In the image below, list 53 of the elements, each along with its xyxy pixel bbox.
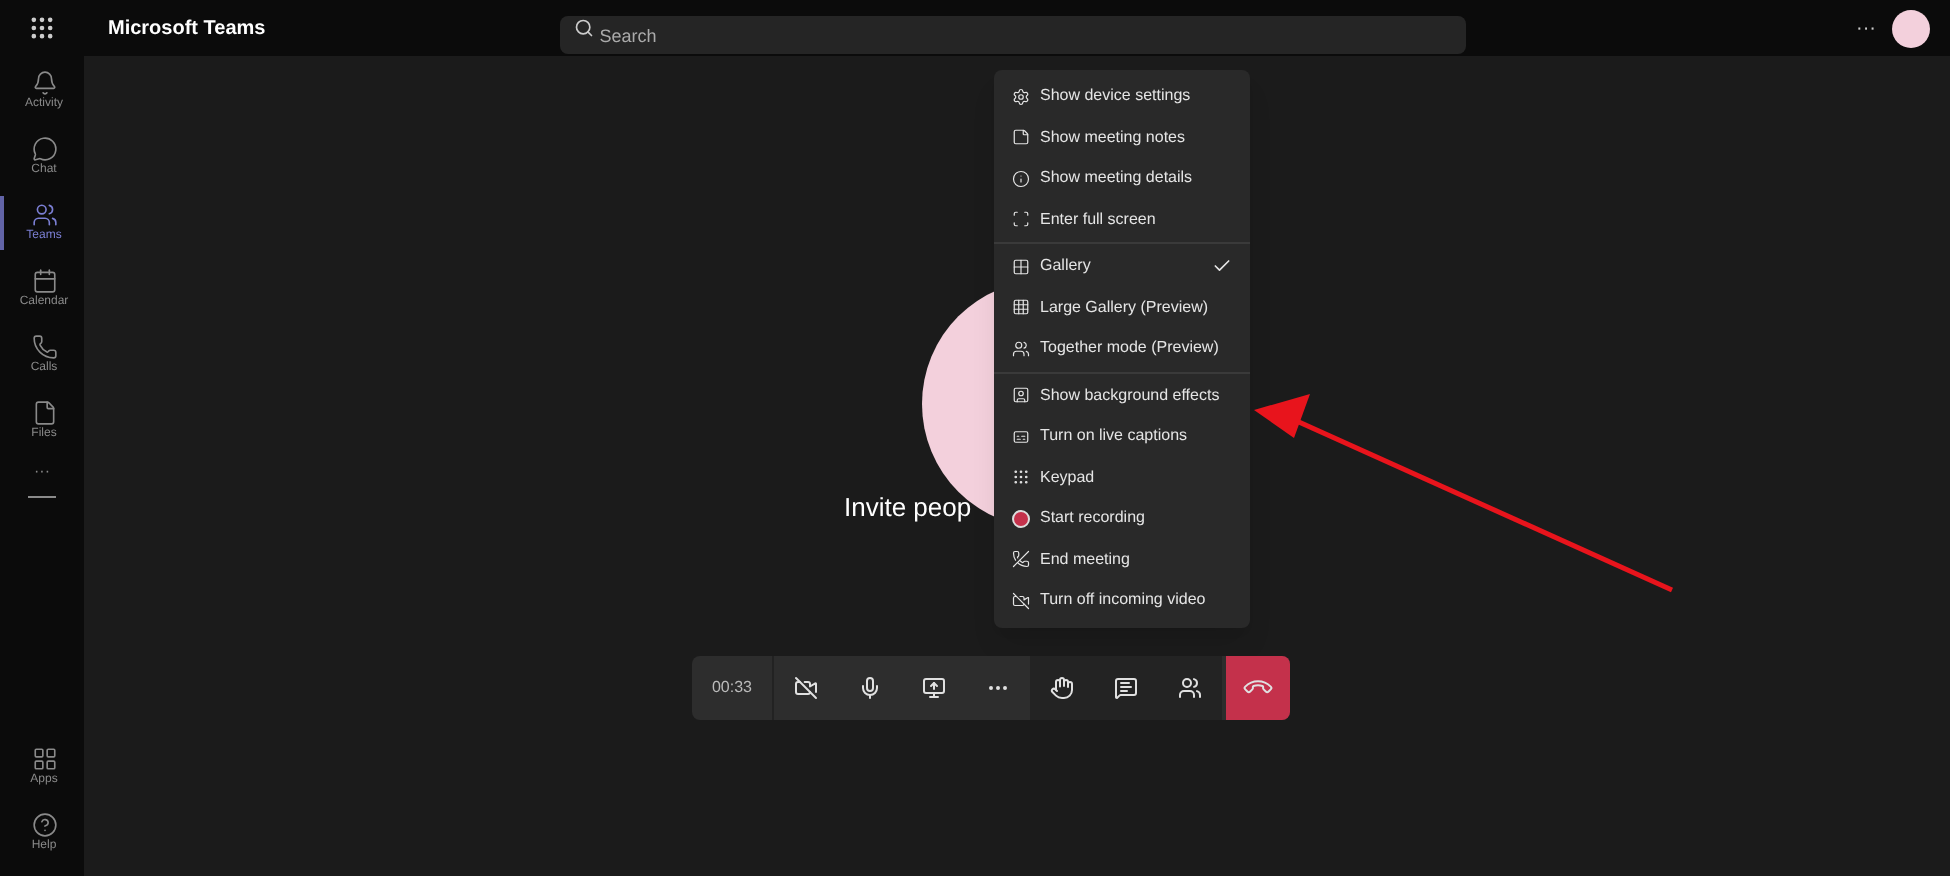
person-square-icon — [1012, 386, 1030, 405]
checkmark-icon — [1212, 256, 1232, 277]
menu-item[interactable]: Show meeting notes — [994, 117, 1250, 158]
calendar-icon — [31, 268, 57, 294]
raise-hand-icon — [1050, 676, 1075, 700]
search-icon — [573, 18, 594, 38]
menu-item[interactable]: Gallery — [994, 246, 1250, 287]
menu-item[interactable]: Turn off incoming video — [994, 580, 1250, 621]
menu-item[interactable]: End meeting — [994, 539, 1250, 580]
settings-icon — [1012, 87, 1030, 106]
apps-icon — [31, 746, 57, 772]
keypad-icon — [1012, 468, 1030, 487]
menu-item[interactable]: Enter full screen — [994, 199, 1250, 240]
people-icon — [1012, 339, 1030, 358]
hang-up-icon — [1012, 550, 1030, 569]
raise-hand-button[interactable] — [1030, 656, 1095, 720]
menu-item[interactable]: Show meeting details — [994, 158, 1250, 199]
share-screen-icon — [922, 676, 947, 700]
search-field[interactable]: Search — [559, 16, 1466, 54]
app-title: Microsoft Teams — [108, 15, 266, 43]
app-launcher-icon[interactable] — [28, 14, 56, 42]
menu-item[interactable]: Large Gallery (Preview) — [994, 287, 1250, 328]
menu-item[interactable]: Together mode (Preview) — [994, 328, 1250, 369]
people-icon — [31, 202, 57, 228]
help-icon — [31, 812, 57, 838]
more-options-button[interactable]: ··· — [1856, 13, 1876, 43]
note-icon — [1012, 128, 1030, 147]
avatar[interactable] — [1892, 9, 1930, 47]
invite-text: Invite peop — [844, 490, 972, 526]
phone-icon — [31, 334, 57, 360]
menu-item[interactable]: Start recording — [994, 498, 1250, 539]
file-icon — [31, 400, 57, 426]
chat-icon — [31, 136, 57, 162]
camera-off-icon — [794, 676, 819, 700]
record-icon — [1012, 509, 1030, 528]
people-icon — [1178, 676, 1203, 700]
menu-item[interactable]: Keypad — [994, 457, 1250, 498]
menu-item[interactable]: Turn on live captions — [994, 416, 1250, 457]
menu-item[interactable]: Show background effects — [994, 375, 1250, 416]
call-timer: 00:33 — [691, 656, 775, 720]
hang-up-button[interactable] — [1226, 656, 1291, 720]
chat-icon — [1114, 676, 1139, 700]
video-off-icon — [1012, 591, 1030, 610]
menu-item[interactable]: Show device settings — [994, 76, 1250, 117]
bell-icon — [31, 70, 57, 96]
grid-icon — [1012, 298, 1030, 317]
more-apps-button[interactable]: ··· — [34, 460, 50, 484]
grid-icon — [1012, 257, 1030, 276]
fullscreen-icon — [1012, 210, 1030, 229]
captions-icon — [1012, 427, 1030, 446]
microphone-icon — [858, 676, 883, 700]
info-icon — [1012, 169, 1030, 188]
participants-button[interactable] — [1158, 656, 1223, 720]
